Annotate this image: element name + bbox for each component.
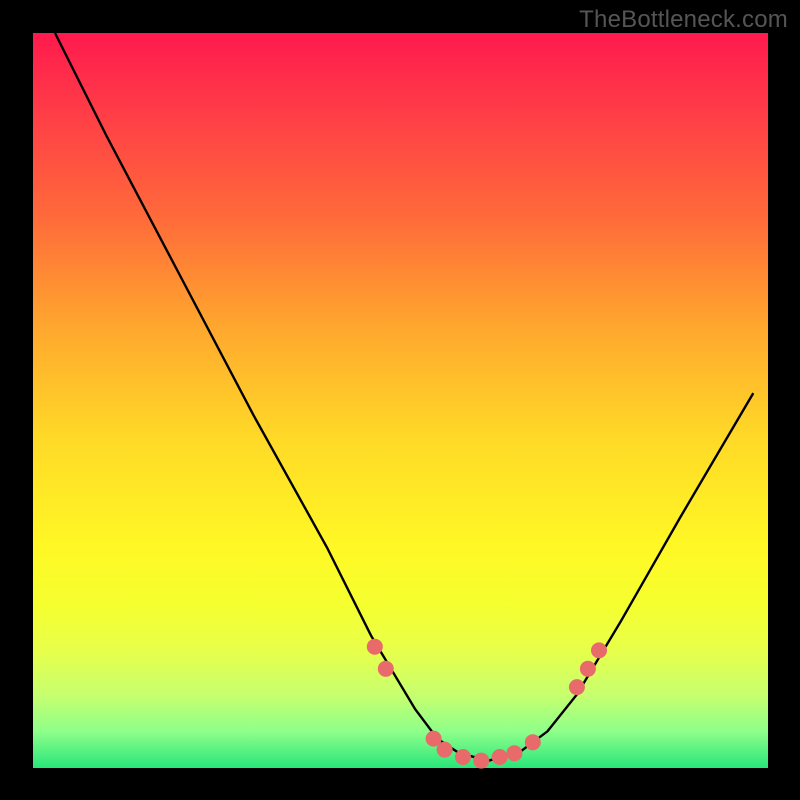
highlight-dot (591, 642, 607, 658)
highlight-dot (378, 661, 394, 677)
highlight-dot (492, 749, 508, 765)
highlight-dot (367, 639, 383, 655)
chart-frame: TheBottleneck.com (0, 0, 800, 800)
highlight-dot (569, 679, 585, 695)
highlight-dot (580, 661, 596, 677)
highlight-dot (437, 742, 453, 758)
highlight-dot (525, 734, 541, 750)
highlight-dot (473, 753, 489, 769)
bottleneck-curve (55, 33, 753, 761)
highlight-dot (455, 749, 471, 765)
chart-svg (0, 0, 800, 800)
highlight-dot (506, 745, 522, 761)
